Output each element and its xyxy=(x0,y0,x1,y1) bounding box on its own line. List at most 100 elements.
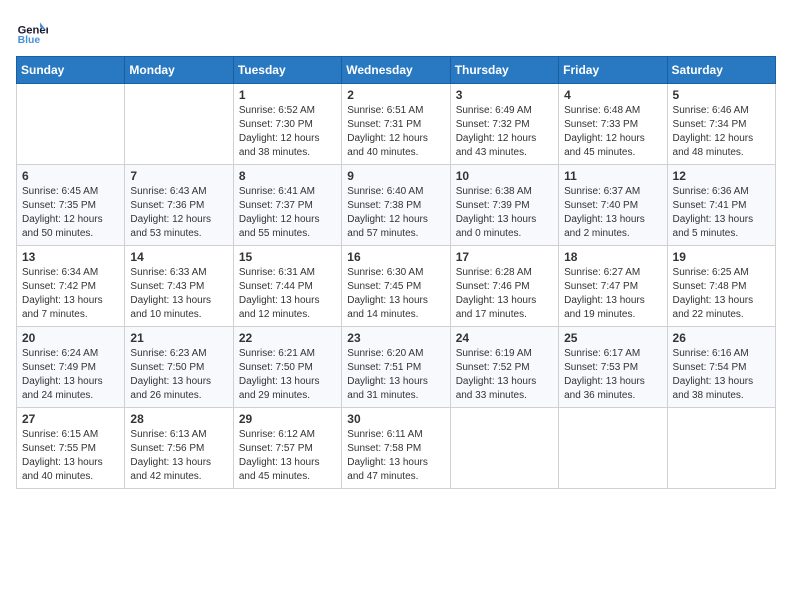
calendar-cell xyxy=(450,408,558,489)
cell-info: Sunrise: 6:28 AM Sunset: 7:46 PM Dayligh… xyxy=(456,266,553,322)
cell-info: Sunrise: 6:43 AM Sunset: 7:36 PM Dayligh… xyxy=(130,185,227,241)
day-number: 7 xyxy=(130,169,227,183)
cell-info: Sunrise: 6:41 AM Sunset: 7:37 PM Dayligh… xyxy=(239,185,336,241)
calendar-cell: 25 Sunrise: 6:17 AM Sunset: 7:53 PM Dayli… xyxy=(559,327,667,408)
logo-icon: General Blue xyxy=(16,16,48,48)
cell-info: Sunrise: 6:11 AM Sunset: 7:58 PM Dayligh… xyxy=(347,428,444,484)
calendar-cell: 28 Sunrise: 6:13 AM Sunset: 7:56 PM Dayli… xyxy=(125,408,233,489)
calendar-cell: 9 Sunrise: 6:40 AM Sunset: 7:38 PM Daylig… xyxy=(342,165,450,246)
day-number: 1 xyxy=(239,88,336,102)
calendar-cell: 12 Sunrise: 6:36 AM Sunset: 7:41 PM Dayli… xyxy=(667,165,775,246)
calendar-cell: 2 Sunrise: 6:51 AM Sunset: 7:31 PM Daylig… xyxy=(342,84,450,165)
day-number: 12 xyxy=(673,169,770,183)
calendar-header: SundayMondayTuesdayWednesdayThursdayFrid… xyxy=(17,57,776,84)
day-number: 19 xyxy=(673,250,770,264)
logo: General Blue xyxy=(16,16,48,48)
calendar-cell: 18 Sunrise: 6:27 AM Sunset: 7:47 PM Dayli… xyxy=(559,246,667,327)
cell-info: Sunrise: 6:52 AM Sunset: 7:30 PM Dayligh… xyxy=(239,104,336,160)
calendar-week-2: 6 Sunrise: 6:45 AM Sunset: 7:35 PM Daylig… xyxy=(17,165,776,246)
day-number: 24 xyxy=(456,331,553,345)
cell-info: Sunrise: 6:12 AM Sunset: 7:57 PM Dayligh… xyxy=(239,428,336,484)
day-number: 9 xyxy=(347,169,444,183)
day-number: 28 xyxy=(130,412,227,426)
cell-info: Sunrise: 6:46 AM Sunset: 7:34 PM Dayligh… xyxy=(673,104,770,160)
calendar-cell: 7 Sunrise: 6:43 AM Sunset: 7:36 PM Daylig… xyxy=(125,165,233,246)
cell-info: Sunrise: 6:13 AM Sunset: 7:56 PM Dayligh… xyxy=(130,428,227,484)
calendar-cell: 6 Sunrise: 6:45 AM Sunset: 7:35 PM Daylig… xyxy=(17,165,125,246)
calendar-cell: 10 Sunrise: 6:38 AM Sunset: 7:39 PM Dayli… xyxy=(450,165,558,246)
weekday-header-wednesday: Wednesday xyxy=(342,57,450,84)
day-number: 22 xyxy=(239,331,336,345)
weekday-header-tuesday: Tuesday xyxy=(233,57,341,84)
calendar-body: 1 Sunrise: 6:52 AM Sunset: 7:30 PM Daylig… xyxy=(17,84,776,489)
cell-info: Sunrise: 6:21 AM Sunset: 7:50 PM Dayligh… xyxy=(239,347,336,403)
calendar: SundayMondayTuesdayWednesdayThursdayFrid… xyxy=(16,56,776,489)
calendar-cell: 22 Sunrise: 6:21 AM Sunset: 7:50 PM Dayli… xyxy=(233,327,341,408)
cell-info: Sunrise: 6:25 AM Sunset: 7:48 PM Dayligh… xyxy=(673,266,770,322)
cell-info: Sunrise: 6:33 AM Sunset: 7:43 PM Dayligh… xyxy=(130,266,227,322)
calendar-cell: 27Sunrise: 6:15 AM Sunset: 7:55 PM Dayli… xyxy=(17,408,125,489)
day-number: 6 xyxy=(22,169,119,183)
day-number: 21 xyxy=(130,331,227,345)
cell-info: Sunrise: 6:20 AM Sunset: 7:51 PM Dayligh… xyxy=(347,347,444,403)
calendar-cell xyxy=(125,84,233,165)
weekday-header-monday: Monday xyxy=(125,57,233,84)
day-number: 2 xyxy=(347,88,444,102)
day-number: 23 xyxy=(347,331,444,345)
day-number: 25 xyxy=(564,331,661,345)
cell-info: Sunrise: 6:19 AM Sunset: 7:52 PM Dayligh… xyxy=(456,347,553,403)
day-number: 27 xyxy=(22,412,119,426)
cell-info: Sunrise: 6:31 AM Sunset: 7:44 PM Dayligh… xyxy=(239,266,336,322)
calendar-week-1: 1 Sunrise: 6:52 AM Sunset: 7:30 PM Daylig… xyxy=(17,84,776,165)
day-number: 16 xyxy=(347,250,444,264)
cell-info: Sunrise: 6:36 AM Sunset: 7:41 PM Dayligh… xyxy=(673,185,770,241)
cell-info: Sunrise: 6:16 AM Sunset: 7:54 PM Dayligh… xyxy=(673,347,770,403)
cell-info: Sunrise: 6:27 AM Sunset: 7:47 PM Dayligh… xyxy=(564,266,661,322)
day-number: 8 xyxy=(239,169,336,183)
day-number: 17 xyxy=(456,250,553,264)
calendar-cell: 11Sunrise: 6:37 AM Sunset: 7:40 PM Dayli… xyxy=(559,165,667,246)
svg-text:Blue: Blue xyxy=(18,35,41,46)
cell-info: Sunrise: 6:38 AM Sunset: 7:39 PM Dayligh… xyxy=(456,185,553,241)
calendar-cell: 14Sunrise: 6:33 AM Sunset: 7:43 PM Dayli… xyxy=(125,246,233,327)
cell-info: Sunrise: 6:51 AM Sunset: 7:31 PM Dayligh… xyxy=(347,104,444,160)
calendar-cell: 4Sunrise: 6:48 AM Sunset: 7:33 PM Daylig… xyxy=(559,84,667,165)
calendar-week-4: 20Sunrise: 6:24 AM Sunset: 7:49 PM Dayli… xyxy=(17,327,776,408)
calendar-cell: 8 Sunrise: 6:41 AM Sunset: 7:37 PM Daylig… xyxy=(233,165,341,246)
day-number: 13 xyxy=(22,250,119,264)
calendar-cell: 21 Sunrise: 6:23 AM Sunset: 7:50 PM Dayli… xyxy=(125,327,233,408)
day-number: 5 xyxy=(673,88,770,102)
calendar-cell: 1 Sunrise: 6:52 AM Sunset: 7:30 PM Daylig… xyxy=(233,84,341,165)
page-header: General Blue xyxy=(16,16,776,48)
cell-info: Sunrise: 6:17 AM Sunset: 7:53 PM Dayligh… xyxy=(564,347,661,403)
calendar-cell: 23 Sunrise: 6:20 AM Sunset: 7:51 PM Dayli… xyxy=(342,327,450,408)
day-number: 20 xyxy=(22,331,119,345)
day-number: 18 xyxy=(564,250,661,264)
calendar-week-3: 13 Sunrise: 6:34 AM Sunset: 7:42 PM Dayli… xyxy=(17,246,776,327)
weekday-header-sunday: Sunday xyxy=(17,57,125,84)
calendar-cell: 17 Sunrise: 6:28 AM Sunset: 7:46 PM Dayli… xyxy=(450,246,558,327)
weekday-header-row: SundayMondayTuesdayWednesdayThursdayFrid… xyxy=(17,57,776,84)
calendar-cell: 26Sunrise: 6:16 AM Sunset: 7:54 PM Dayli… xyxy=(667,327,775,408)
cell-info: Sunrise: 6:49 AM Sunset: 7:32 PM Dayligh… xyxy=(456,104,553,160)
calendar-cell: 13 Sunrise: 6:34 AM Sunset: 7:42 PM Dayli… xyxy=(17,246,125,327)
calendar-cell: 15Sunrise: 6:31 AM Sunset: 7:44 PM Dayli… xyxy=(233,246,341,327)
cell-info: Sunrise: 6:45 AM Sunset: 7:35 PM Dayligh… xyxy=(22,185,119,241)
calendar-cell xyxy=(17,84,125,165)
weekday-header-saturday: Saturday xyxy=(667,57,775,84)
calendar-week-5: 27Sunrise: 6:15 AM Sunset: 7:55 PM Dayli… xyxy=(17,408,776,489)
calendar-cell xyxy=(559,408,667,489)
calendar-cell: 19 Sunrise: 6:25 AM Sunset: 7:48 PM Dayli… xyxy=(667,246,775,327)
calendar-cell: 30Sunrise: 6:11 AM Sunset: 7:58 PM Dayli… xyxy=(342,408,450,489)
cell-info: Sunrise: 6:23 AM Sunset: 7:50 PM Dayligh… xyxy=(130,347,227,403)
day-number: 10 xyxy=(456,169,553,183)
calendar-cell: 16Sunrise: 6:30 AM Sunset: 7:45 PM Dayli… xyxy=(342,246,450,327)
cell-info: Sunrise: 6:40 AM Sunset: 7:38 PM Dayligh… xyxy=(347,185,444,241)
weekday-header-friday: Friday xyxy=(559,57,667,84)
calendar-cell: 24 Sunrise: 6:19 AM Sunset: 7:52 PM Dayli… xyxy=(450,327,558,408)
day-number: 29 xyxy=(239,412,336,426)
day-number: 4 xyxy=(564,88,661,102)
cell-info: Sunrise: 6:37 AM Sunset: 7:40 PM Dayligh… xyxy=(564,185,661,241)
weekday-header-thursday: Thursday xyxy=(450,57,558,84)
cell-info: Sunrise: 6:34 AM Sunset: 7:42 PM Dayligh… xyxy=(22,266,119,322)
